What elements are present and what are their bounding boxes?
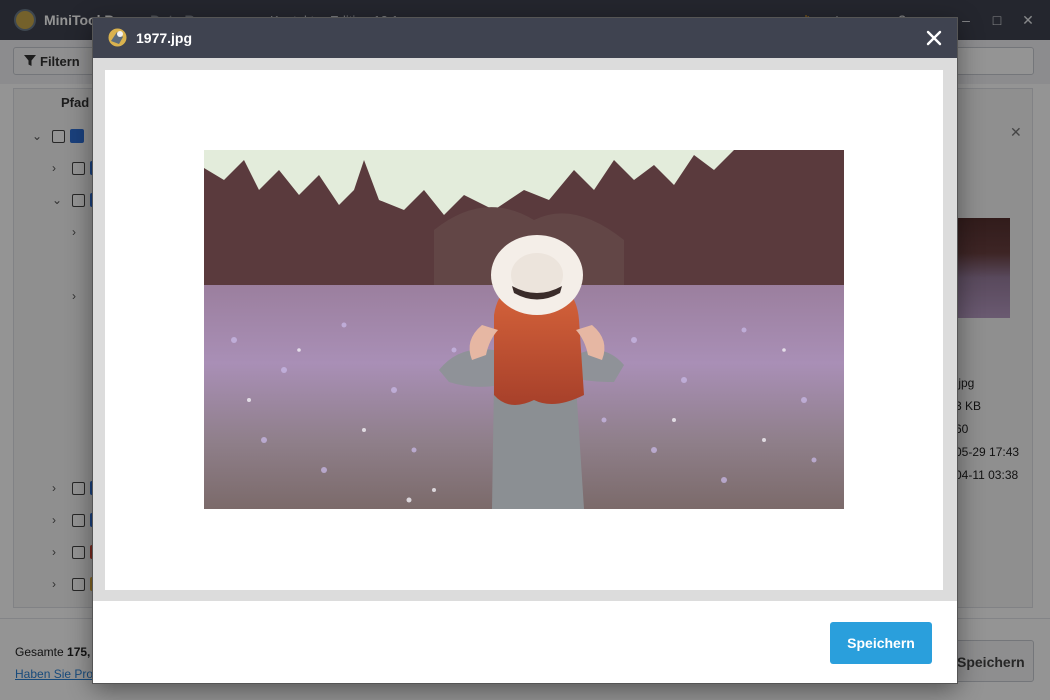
preview-canvas bbox=[105, 70, 943, 590]
save-button[interactable]: Speichern bbox=[830, 622, 932, 664]
dialog-footer: Speichern bbox=[93, 601, 957, 683]
dialog-titlebar: 1977.jpg bbox=[93, 18, 957, 58]
app-logo-icon bbox=[108, 28, 127, 47]
preview-frame bbox=[93, 58, 957, 601]
dialog-title: 1977.jpg bbox=[136, 30, 193, 46]
preview-image bbox=[204, 150, 844, 509]
close-icon[interactable] bbox=[925, 29, 943, 47]
preview-dialog: 1977.jpg Speichern bbox=[93, 18, 957, 683]
